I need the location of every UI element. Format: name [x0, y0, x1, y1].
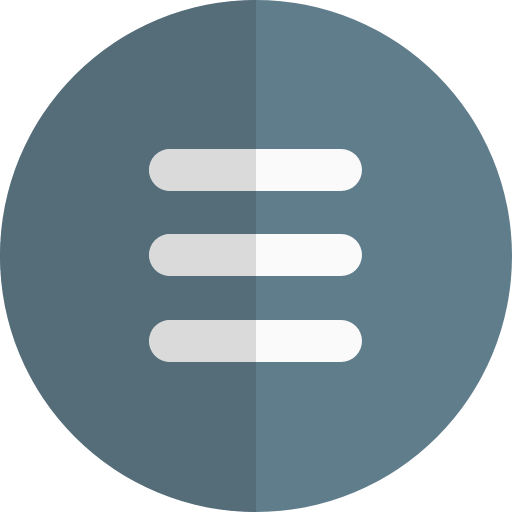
menu-bars [149, 149, 362, 362]
hamburger-menu-icon [0, 0, 512, 512]
menu-button[interactable] [0, 0, 512, 512]
